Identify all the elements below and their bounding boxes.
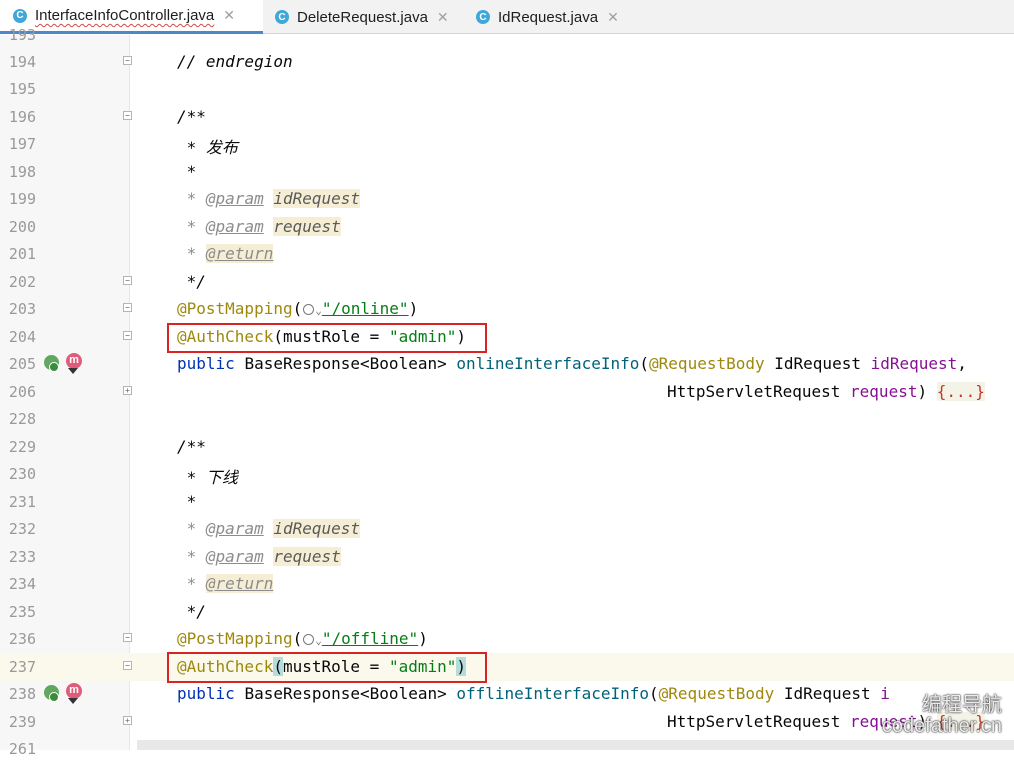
code-line: 201 * @return [0,240,1014,268]
chevron-down-icon[interactable]: ⌄ [315,304,322,317]
fold-toggle-icon[interactable] [123,56,132,65]
gutter-icons[interactable]: m [44,353,84,375]
web-globe-icon[interactable] [303,304,315,315]
code-line: 234 * @return [0,570,1014,598]
code-line: 193 [0,21,1014,49]
fold-toggle-icon[interactable] [123,303,132,312]
line-number: 193 [8,26,36,44]
method-signature-continued: HttpServletRequest request) {...} [667,382,985,401]
fold-toggle-icon[interactable] [123,386,132,395]
web-globe-icon[interactable] [303,634,315,645]
line-number: 261 [8,740,36,758]
line-number: 236 [8,630,36,648]
code-line: 199 * @param idRequest [0,185,1014,213]
code-line: 194 // endregion [0,48,1014,76]
fold-toggle-icon[interactable] [123,716,132,725]
code-editor[interactable]: 193 194 // endregion 195 196 /** 197 * 发… [0,26,1014,758]
line-number: 195 [8,80,36,98]
javadoc-param: * @param idRequest [177,189,361,208]
line-number: 230 [8,465,36,483]
javadoc: */ [177,602,206,621]
fold-toggle-icon[interactable] [123,276,132,285]
javadoc: */ [177,272,206,291]
gutter-icons[interactable]: m [44,683,84,705]
javadoc: /** [177,107,206,126]
javadoc: * [177,162,197,181]
method-signature: public BaseResponse<Boolean> onlineInter… [177,354,967,373]
code-line: 206 HttpServletRequest request) {...} [0,378,1014,406]
code-line: 239 HttpServletRequest request) {...} [0,708,1014,736]
line-number: 237 [8,658,36,676]
fold-toggle-icon[interactable] [123,111,132,120]
line-number: 205 [8,355,36,373]
method-icon[interactable]: m [66,353,82,374]
horizontal-scrollbar[interactable] [137,740,1014,750]
line-number: 233 [8,548,36,566]
fold-toggle-icon[interactable] [123,331,132,340]
javadoc-param: * @param idRequest [177,519,361,538]
method-signature: public BaseResponse<Boolean> offlineInte… [177,684,890,703]
watermark: 编程导航 [922,694,1002,716]
watermark: codefather.cn [881,715,1002,737]
line-number: 238 [8,685,36,703]
line-number: 239 [8,713,36,731]
javadoc-param: * @param request [177,547,341,566]
code-line: 198 * [0,158,1014,186]
line-number: 194 [8,53,36,71]
folded-code-block[interactable]: {...} [936,382,985,401]
javadoc: /** [177,437,206,456]
code-line: 203 @PostMapping(⌄"/online") [0,295,1014,323]
line-number: 201 [8,245,36,263]
method-icon[interactable]: m [66,683,82,704]
code-line: 233 * @param request [0,543,1014,571]
code-line: 197 * 发布 [0,130,1014,158]
code-line: 204 @AuthCheck(mustRole = "admin") [0,323,1014,351]
javadoc-param: * @param request [177,217,341,236]
code-line: 228 [0,405,1014,433]
line-number: 200 [8,218,36,236]
line-number: 234 [8,575,36,593]
javadoc-return: * @return [177,244,274,263]
fold-toggle-icon[interactable] [123,661,132,670]
line-number: 206 [8,383,36,401]
line-number: 198 [8,163,36,181]
highlight-box [167,652,487,683]
javadoc-return: * @return [177,574,274,593]
line-number: 203 [8,300,36,318]
code-line: 238 m public BaseResponse<Boolean> offli… [0,680,1014,708]
code-line: 230 * 下线 [0,460,1014,488]
comment: // endregion [177,52,293,71]
code-line: 231 * [0,488,1014,516]
web-endpoint-icon[interactable] [44,355,59,372]
line-number: 199 [8,190,36,208]
line-number: 197 [8,135,36,153]
line-number: 229 [8,438,36,456]
code-line: 235 */ [0,598,1014,626]
highlight-box [167,323,487,353]
line-number: 231 [8,493,36,511]
javadoc: * 下线 [177,468,238,487]
chevron-down-icon[interactable]: ⌄ [315,634,322,647]
line-number: 202 [8,273,36,291]
code-line-current: 237 @AuthCheck(mustRole = "admin") [0,653,1014,681]
fold-toggle-icon[interactable] [123,633,132,642]
line-number: 232 [8,520,36,538]
line-number: 228 [8,410,36,428]
code-line: 232 * @param idRequest [0,515,1014,543]
line-number: 235 [8,603,36,621]
line-number: 204 [8,328,36,346]
javadoc: * 发布 [177,138,238,157]
code-line: 229 /** [0,433,1014,461]
code-line: 196 /** [0,103,1014,131]
javadoc: * [177,492,197,511]
code-line: 202 */ [0,268,1014,296]
post-mapping-annotation: @PostMapping(⌄"/online") [177,299,419,318]
web-endpoint-icon[interactable] [44,685,59,702]
code-line: 200 * @param request [0,213,1014,241]
post-mapping-annotation: @PostMapping(⌄"/offline") [177,629,428,648]
code-line: 236 @PostMapping(⌄"/offline") [0,625,1014,653]
code-line: 205 m public BaseResponse<Boolean> onlin… [0,350,1014,378]
code-line: 195 [0,75,1014,103]
line-number: 196 [8,108,36,126]
